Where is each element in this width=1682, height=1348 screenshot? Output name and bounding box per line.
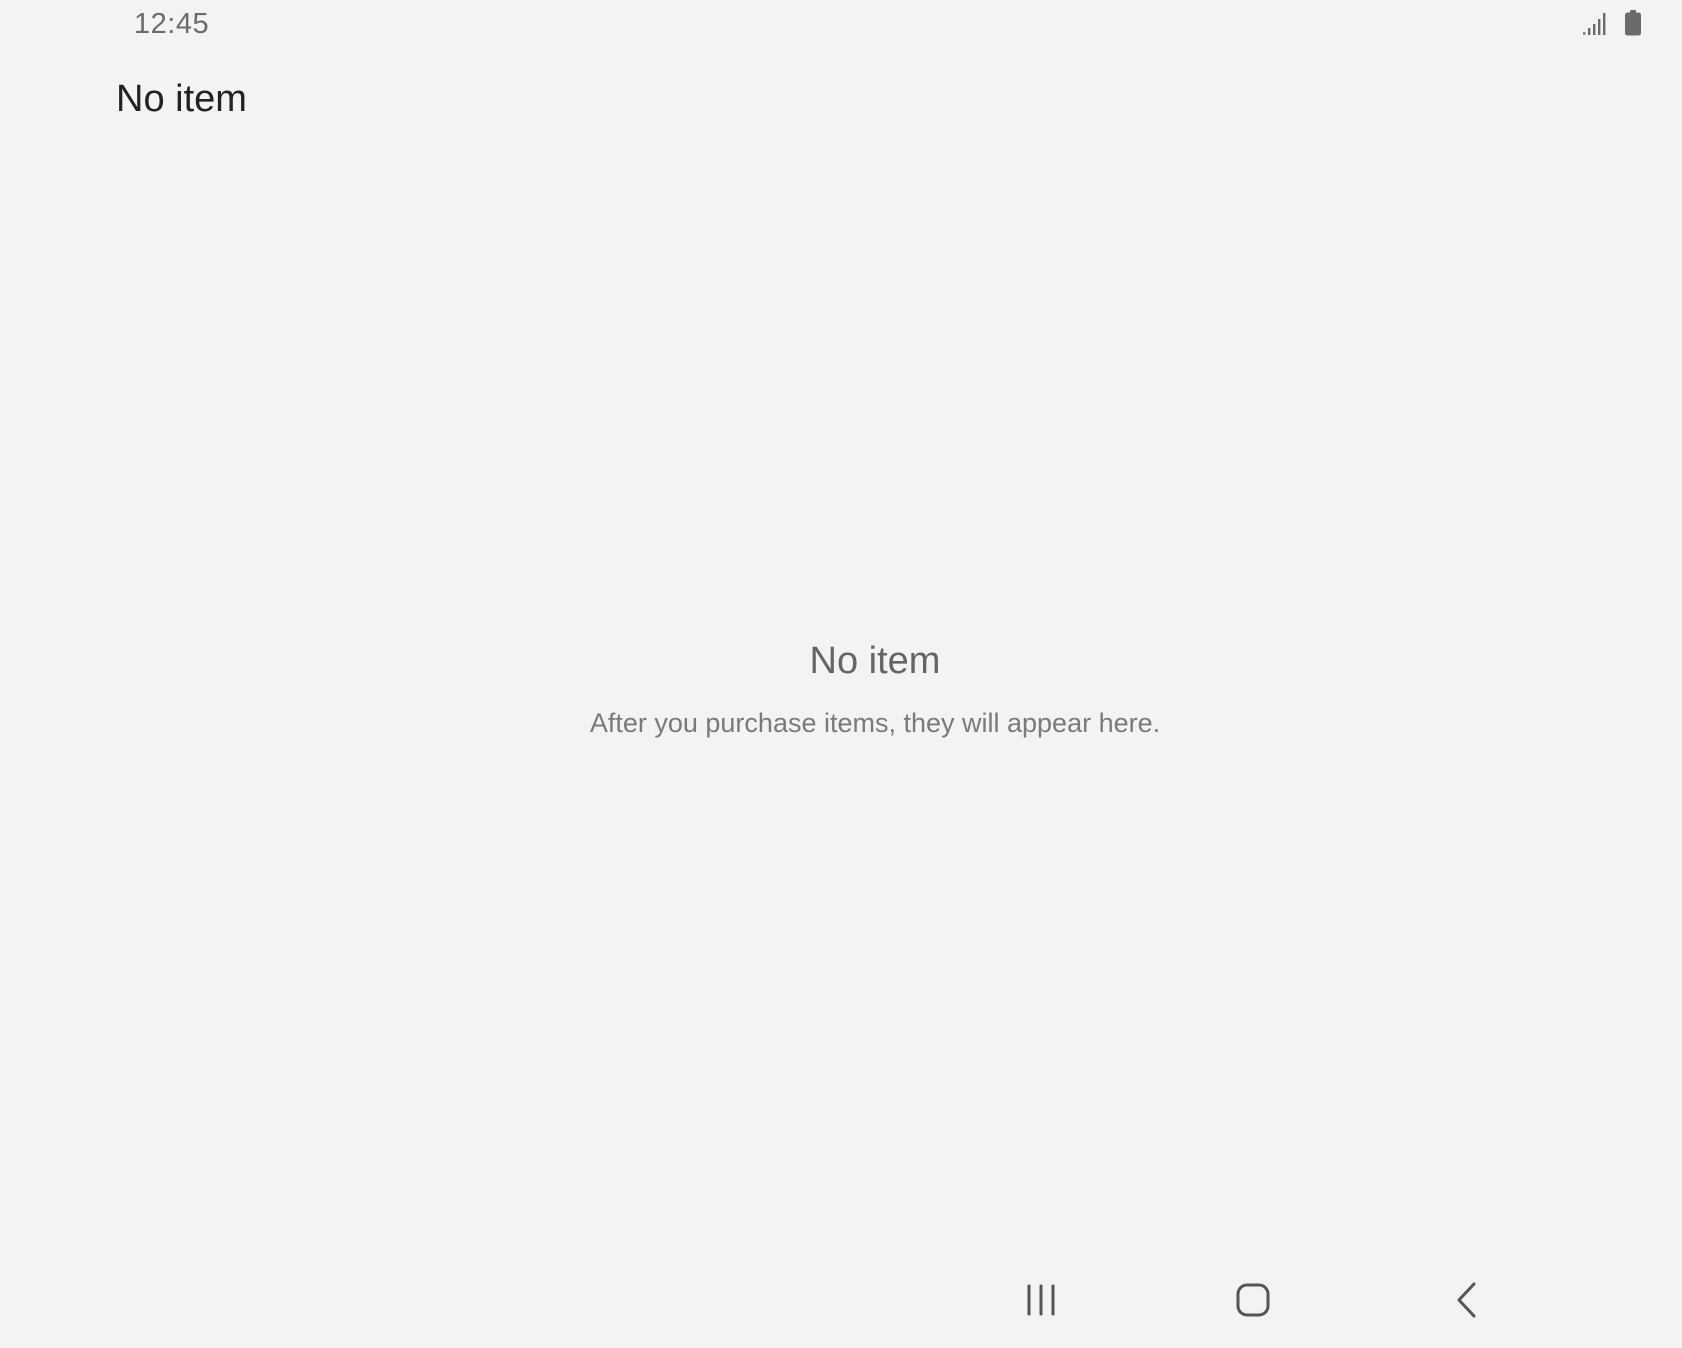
empty-state-description: After you purchase items, they will appe… [589, 708, 1161, 738]
recents-button[interactable] [996, 1262, 1086, 1342]
screen: 12:45 No item No item After you purchase… [0, 0, 1682, 1348]
back-icon [1452, 1281, 1480, 1324]
battery-icon [1624, 10, 1642, 36]
signal-icon [1582, 10, 1608, 36]
status-icons [1582, 10, 1642, 36]
home-icon [1235, 1282, 1271, 1323]
status-time: 12:45 [134, 8, 210, 40]
navigation-bar [0, 1262, 1682, 1342]
back-button[interactable] [1421, 1262, 1511, 1342]
page-title: No item [116, 78, 247, 120]
empty-state-title: No item [809, 640, 941, 682]
recents-icon [1024, 1283, 1058, 1322]
status-bar: 12:45 [0, 0, 1682, 50]
empty-state: No item After you purchase items, they w… [0, 635, 1682, 741]
home-button[interactable] [1208, 1262, 1298, 1342]
